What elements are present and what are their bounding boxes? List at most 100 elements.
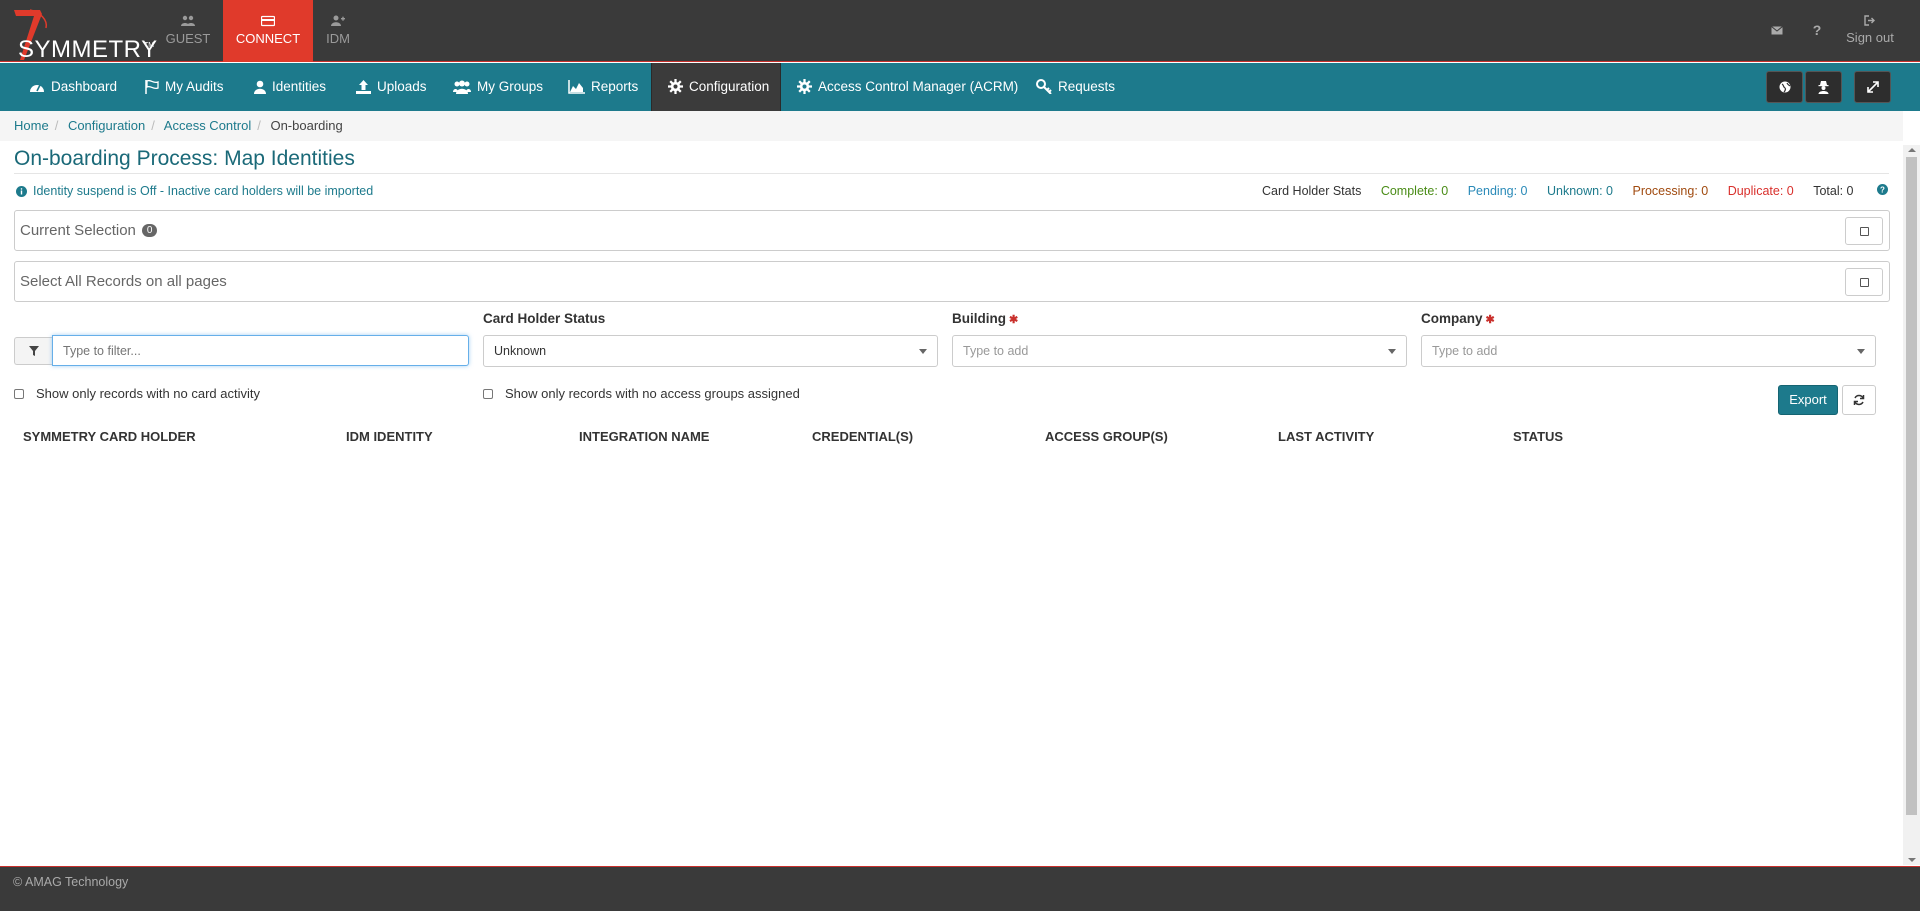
footer-copyright: © AMAG Technology: [13, 875, 129, 889]
company-label-text: Company: [1421, 311, 1483, 326]
user-icon: [254, 80, 266, 94]
app-tab-idm[interactable]: IDM: [323, 0, 353, 62]
company-select[interactable]: Type to add: [1421, 335, 1876, 367]
building-label-text: Building: [952, 311, 1006, 326]
stat-unknown[interactable]: Unknown: 0: [1547, 184, 1613, 198]
company-label: Company ✱: [1421, 311, 1495, 326]
page-scrollbar[interactable]: [1903, 145, 1920, 865]
filter-icon: [28, 346, 39, 356]
scrollbar-thumb[interactable]: [1906, 157, 1917, 815]
key-icon: [1036, 79, 1052, 95]
no-access-groups-checkbox[interactable]: [483, 389, 493, 399]
user-secret-button[interactable]: [1805, 71, 1842, 103]
no-card-activity-checkbox[interactable]: [14, 389, 24, 399]
chevron-down-icon: [919, 349, 927, 354]
app-tab-label: CONNECT: [235, 31, 301, 46]
required-asterisk-icon: ✱: [1485, 314, 1495, 326]
app-tab-label: GUEST: [165, 31, 211, 46]
selection-count-badge: 0: [141, 224, 158, 237]
stats-label: Card Holder Stats: [1261, 184, 1362, 198]
card-holder-status-label: Card Holder Status: [483, 311, 606, 326]
gear-icon: [668, 79, 683, 94]
breadcrumb-configuration[interactable]: Configuration: [68, 118, 145, 133]
symmetry-logo[interactable]: SYMMETRY TM: [6, 6, 157, 63]
no-card-activity-option[interactable]: Show only records with no card activity: [14, 386, 260, 401]
current-selection-text: Current Selection: [20, 222, 136, 239]
top-header: SYMMETRY TM GUEST CONNECT IDM ? Sign out: [0, 0, 1920, 63]
nav-label: Reports: [591, 79, 639, 94]
page-title: On-boarding Process: Map Identities: [14, 147, 355, 170]
column-header-status[interactable]: STATUS: [1513, 429, 1563, 444]
column-header-credentials[interactable]: CREDENTIAL(S): [812, 429, 913, 444]
nav-label: Access Control Manager (ACRM): [818, 79, 1019, 94]
nav-my-audits[interactable]: My Audits: [145, 63, 224, 111]
no-card-activity-label: Show only records with no card activity: [36, 386, 260, 401]
refresh-button[interactable]: [1842, 385, 1876, 415]
nav-identities[interactable]: Identities: [254, 63, 326, 111]
breadcrumb-separator: /: [151, 118, 155, 133]
breadcrumb-home[interactable]: Home: [14, 118, 49, 133]
nav-my-groups[interactable]: My Groups: [453, 63, 543, 111]
nav-configuration[interactable]: Configuration: [651, 63, 781, 111]
breadcrumb-current: On-boarding: [270, 118, 343, 133]
app-tab-connect[interactable]: CONNECT: [223, 0, 313, 62]
no-access-groups-option[interactable]: Show only records with no access groups …: [483, 386, 800, 401]
gear-icon: [797, 79, 812, 94]
nav-acrm[interactable]: Access Control Manager (ACRM): [797, 63, 1018, 111]
stat-duplicate[interactable]: Duplicate: 0: [1728, 184, 1794, 198]
refresh-icon: [1853, 394, 1865, 406]
scroll-up-icon[interactable]: [1908, 148, 1916, 152]
expand-button[interactable]: [1854, 71, 1891, 103]
stat-complete[interactable]: Complete: 0: [1381, 184, 1448, 198]
square-icon: [1860, 278, 1869, 287]
svg-text:?: ?: [1880, 186, 1885, 195]
area-chart-icon: [568, 80, 585, 94]
export-button[interactable]: Export: [1778, 385, 1838, 415]
nav-uploads[interactable]: Uploads: [356, 63, 427, 111]
flag-icon: [145, 79, 159, 94]
group-icon: [453, 80, 471, 94]
nav-dashboard[interactable]: Dashboard: [29, 63, 117, 111]
nav-label: Identities: [272, 79, 327, 94]
mail-button[interactable]: [1770, 0, 1784, 62]
card-holder-status-value: Unknown: [494, 344, 547, 358]
building-select[interactable]: Type to add: [952, 335, 1407, 367]
square-icon: [1860, 227, 1869, 236]
envelope-icon: [1771, 26, 1783, 35]
nav-reports[interactable]: Reports: [568, 63, 638, 111]
current-selection-panel: Current Selection 0: [14, 210, 1890, 251]
scroll-down-icon[interactable]: [1908, 858, 1916, 862]
upload-icon: [356, 80, 371, 94]
app-tab-guest[interactable]: GUEST: [161, 0, 215, 62]
no-access-groups-label: Show only records with no access groups …: [505, 386, 800, 401]
select-all-panel: Select All Records on all pages: [14, 261, 1890, 302]
sign-out-label: Sign out: [1846, 30, 1894, 45]
card-holder-status-select[interactable]: Unknown: [483, 335, 938, 367]
breadcrumb-access-control[interactable]: Access Control: [164, 118, 251, 133]
globe-button[interactable]: [1766, 71, 1803, 103]
breadcrumb-separator: /: [54, 118, 59, 133]
stat-pending[interactable]: Pending: 0: [1468, 184, 1528, 198]
filter-input[interactable]: [52, 335, 469, 366]
required-asterisk-icon: ✱: [1009, 314, 1019, 326]
select-all-toggle[interactable]: [1845, 268, 1883, 296]
filter-button[interactable]: [14, 337, 52, 365]
nav-label: Uploads: [377, 79, 427, 94]
stats-help-button[interactable]: ?: [1877, 184, 1888, 198]
column-header-card-holder[interactable]: SYMMETRY CARD HOLDER: [23, 429, 196, 444]
help-button[interactable]: ?: [1810, 0, 1824, 62]
app-tab-label: IDM: [326, 31, 350, 46]
identity-suspend-info: Identity suspend is Off - Inactive card …: [16, 184, 373, 198]
nav-label: My Audits: [165, 79, 224, 94]
column-header-last-activity[interactable]: LAST ACTIVITY: [1278, 429, 1374, 444]
stat-total[interactable]: Total: 0: [1813, 184, 1853, 198]
column-header-integration-name[interactable]: INTEGRATION NAME: [579, 429, 709, 444]
column-header-access-groups[interactable]: ACCESS GROUP(S): [1045, 429, 1168, 444]
nav-label: My Groups: [477, 79, 544, 94]
sign-out-button[interactable]: Sign out: [1840, 0, 1900, 62]
nav-requests[interactable]: Requests: [1036, 63, 1115, 111]
logo-text: SYMMETRY: [18, 36, 158, 63]
column-header-idm-identity[interactable]: IDM IDENTITY: [346, 429, 433, 444]
current-selection-toggle[interactable]: [1845, 217, 1883, 245]
stat-processing[interactable]: Processing: 0: [1632, 184, 1708, 198]
